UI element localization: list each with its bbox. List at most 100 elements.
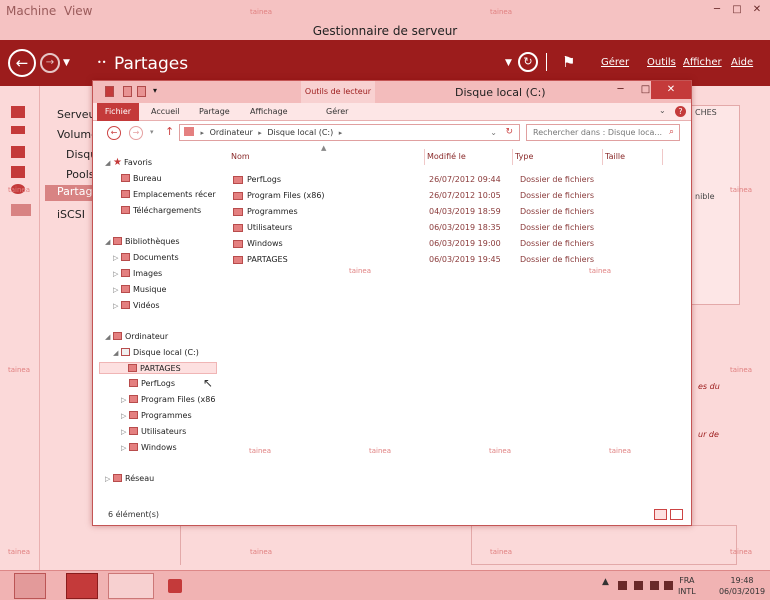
tab-fichier[interactable]: Fichier [97, 103, 139, 121]
vm-maximize-button[interactable]: □ [729, 3, 745, 17]
forward-button[interactable]: → [40, 53, 60, 73]
list-item[interactable]: Program Files (x86) 26/07/2012 10:05 Dossi… [231, 189, 686, 203]
column-header-modifie[interactable]: Modifié le [425, 149, 513, 165]
collapse-icon[interactable]: ◢ [105, 236, 113, 248]
large-icons-view-icon[interactable] [670, 509, 683, 520]
address-crumb-computer[interactable]: Ordinateur [210, 128, 253, 137]
tree-item-documents[interactable]: ▷ Documents [113, 252, 179, 264]
history-dropdown-icon[interactable]: ▼ [63, 58, 70, 68]
tree-folder-perflogs[interactable]: PerfLogs [129, 378, 175, 390]
search-icon[interactable]: ⌕ [669, 125, 674, 140]
tree-folder-utilisateurs[interactable]: ▷ Utilisateurs [121, 426, 186, 438]
collapse-icon[interactable]: ◢ [113, 347, 121, 359]
computer-tray-icon[interactable] [634, 581, 643, 590]
tree-folder-partages[interactable]: PARTAGES [99, 362, 217, 374]
expand-ribbon-icon[interactable]: ⌄ [659, 106, 666, 115]
help-icon[interactable]: ? [675, 106, 686, 117]
tab-affichage[interactable]: Affichage [250, 107, 288, 116]
chevron-right-icon[interactable]: ▸ [339, 129, 343, 137]
local-server-icon[interactable] [11, 126, 25, 134]
vm-minimize-button[interactable]: ─ [709, 3, 725, 17]
tree-item-telechargements[interactable]: Téléchargements [121, 205, 201, 217]
tree-computer[interactable]: ◢ Ordinateur [105, 331, 168, 343]
collapse-icon[interactable]: ◢ [105, 331, 113, 343]
menu-aide[interactable]: Aide [731, 57, 753, 68]
nav-pools[interactable]: Pools [66, 168, 95, 181]
vm-menu-view[interactable]: View [64, 4, 92, 18]
new-folder-icon[interactable] [137, 86, 146, 97]
address-crumb-drive[interactable]: Disque local (C:) [267, 128, 333, 137]
tree-item-emplacements[interactable]: Emplacements récer [121, 189, 216, 201]
explorer-taskbar-icon[interactable] [108, 573, 154, 599]
tree-network[interactable]: ▷ Réseau [105, 473, 154, 485]
column-header-type[interactable]: Type [513, 149, 603, 165]
expand-icon[interactable]: ▷ [113, 300, 121, 312]
expand-icon[interactable]: ▷ [113, 268, 121, 280]
network-tray-icon[interactable] [650, 581, 659, 590]
network-taskbar-icon[interactable] [164, 573, 186, 599]
refresh-icon[interactable]: ↻ [505, 125, 513, 140]
expand-icon[interactable]: ▷ [113, 284, 121, 296]
nav-iscsi[interactable]: iSCSI [57, 208, 85, 221]
tab-partage[interactable]: Partage [199, 107, 230, 116]
minimize-button[interactable]: ─ [609, 81, 632, 99]
menu-afficher[interactable]: Afficher [683, 57, 722, 68]
chevron-right-icon[interactable]: ▸ [258, 129, 262, 137]
flag-icon[interactable] [618, 581, 627, 590]
input-language[interactable]: FRA INTL [678, 575, 696, 597]
tree-folder-programmes[interactable]: ▷ Programmes [121, 410, 192, 422]
tree-item-bureau[interactable]: Bureau [121, 173, 162, 185]
tab-gerer[interactable]: Gérer [326, 107, 348, 116]
properties-icon[interactable] [123, 86, 132, 97]
chevron-right-icon[interactable]: ▸ [201, 129, 205, 137]
back-icon[interactable]: ← [107, 126, 121, 140]
vm-menu-machine[interactable]: Machine [6, 4, 56, 18]
expand-icon[interactable]: ▷ [121, 442, 129, 454]
address-field[interactable]: ▸ Ordinateur ▸ Disque local (C:) ▸ ⌄ ↻ [179, 124, 520, 141]
recent-locations-icon[interactable]: ▾ [150, 128, 154, 136]
dashboard-icon[interactable] [11, 106, 25, 118]
collapse-icon[interactable]: ◢ [105, 157, 113, 169]
powershell-taskbar-icon[interactable] [66, 573, 98, 599]
column-header-nom[interactable]: Nom [229, 149, 425, 165]
back-button[interactable]: ← [8, 49, 36, 77]
vm-close-button[interactable]: ✕ [749, 3, 765, 17]
close-button[interactable]: ✕ [651, 81, 691, 99]
tree-item-images[interactable]: ▷ Images [113, 268, 162, 280]
expand-icon[interactable]: ▷ [121, 394, 129, 406]
show-hidden-icons[interactable]: ▲ [602, 577, 609, 587]
server-manager-taskbar-icon[interactable] [14, 573, 46, 599]
tab-accueil[interactable]: Accueil [151, 107, 180, 116]
tree-favorites[interactable]: ◢ ★ Favoris [105, 157, 152, 169]
expand-icon[interactable]: ▷ [121, 426, 129, 438]
address-dropdown-icon[interactable]: ⌄ [490, 125, 497, 140]
list-item[interactable]: PerfLogs 26/07/2012 09:44 Dossier de fichi… [231, 173, 686, 187]
tree-item-videos[interactable]: ▷ Vidéos [113, 300, 160, 312]
customize-toolbar-icon[interactable]: ▾ [153, 86, 157, 95]
search-input[interactable]: Rechercher dans : Disque loca... ⌕ [526, 124, 680, 141]
file-services-icon[interactable] [11, 166, 25, 178]
column-header-taille[interactable]: Taille [603, 149, 663, 165]
list-item[interactable]: PARTAGES 06/03/2019 19:45 Dossier de fichi… [231, 253, 686, 267]
up-icon[interactable]: ↑ [165, 125, 174, 138]
flag-icon[interactable]: ⚑ [562, 53, 575, 71]
menu-outils[interactable]: Outils [647, 57, 676, 68]
list-item[interactable]: Windows 06/03/2019 19:00 Dossier de fichie… [231, 237, 686, 251]
tree-libraries[interactable]: ◢ Bibliothèques [105, 236, 180, 248]
tree-drive-c[interactable]: ◢ Disque local (C:) [113, 347, 199, 359]
expand-icon[interactable]: ▷ [105, 473, 113, 485]
expand-icon[interactable]: ▷ [121, 410, 129, 422]
tree-folder-program-files[interactable]: ▷ Program Files (x86 [121, 394, 215, 406]
menu-gerer[interactable]: Gérer [601, 57, 629, 68]
speaker-icon[interactable] [664, 581, 673, 590]
dropdown-icon[interactable]: ▼ [505, 58, 512, 68]
expand-icon[interactable]: ▷ [113, 252, 121, 264]
details-view-icon[interactable] [654, 509, 667, 520]
list-item[interactable]: Utilisateurs 06/03/2019 18:35 Dossier de f… [231, 221, 686, 235]
all-servers-icon[interactable] [11, 146, 25, 158]
forward-icon[interactable]: → [129, 126, 143, 140]
shares-icon[interactable] [11, 204, 31, 216]
refresh-icon[interactable]: ↻ [518, 52, 538, 72]
tree-folder-windows[interactable]: ▷ Windows [121, 442, 177, 454]
list-item[interactable]: Programmes 04/03/2019 18:59 Dossier de fic… [231, 205, 686, 219]
